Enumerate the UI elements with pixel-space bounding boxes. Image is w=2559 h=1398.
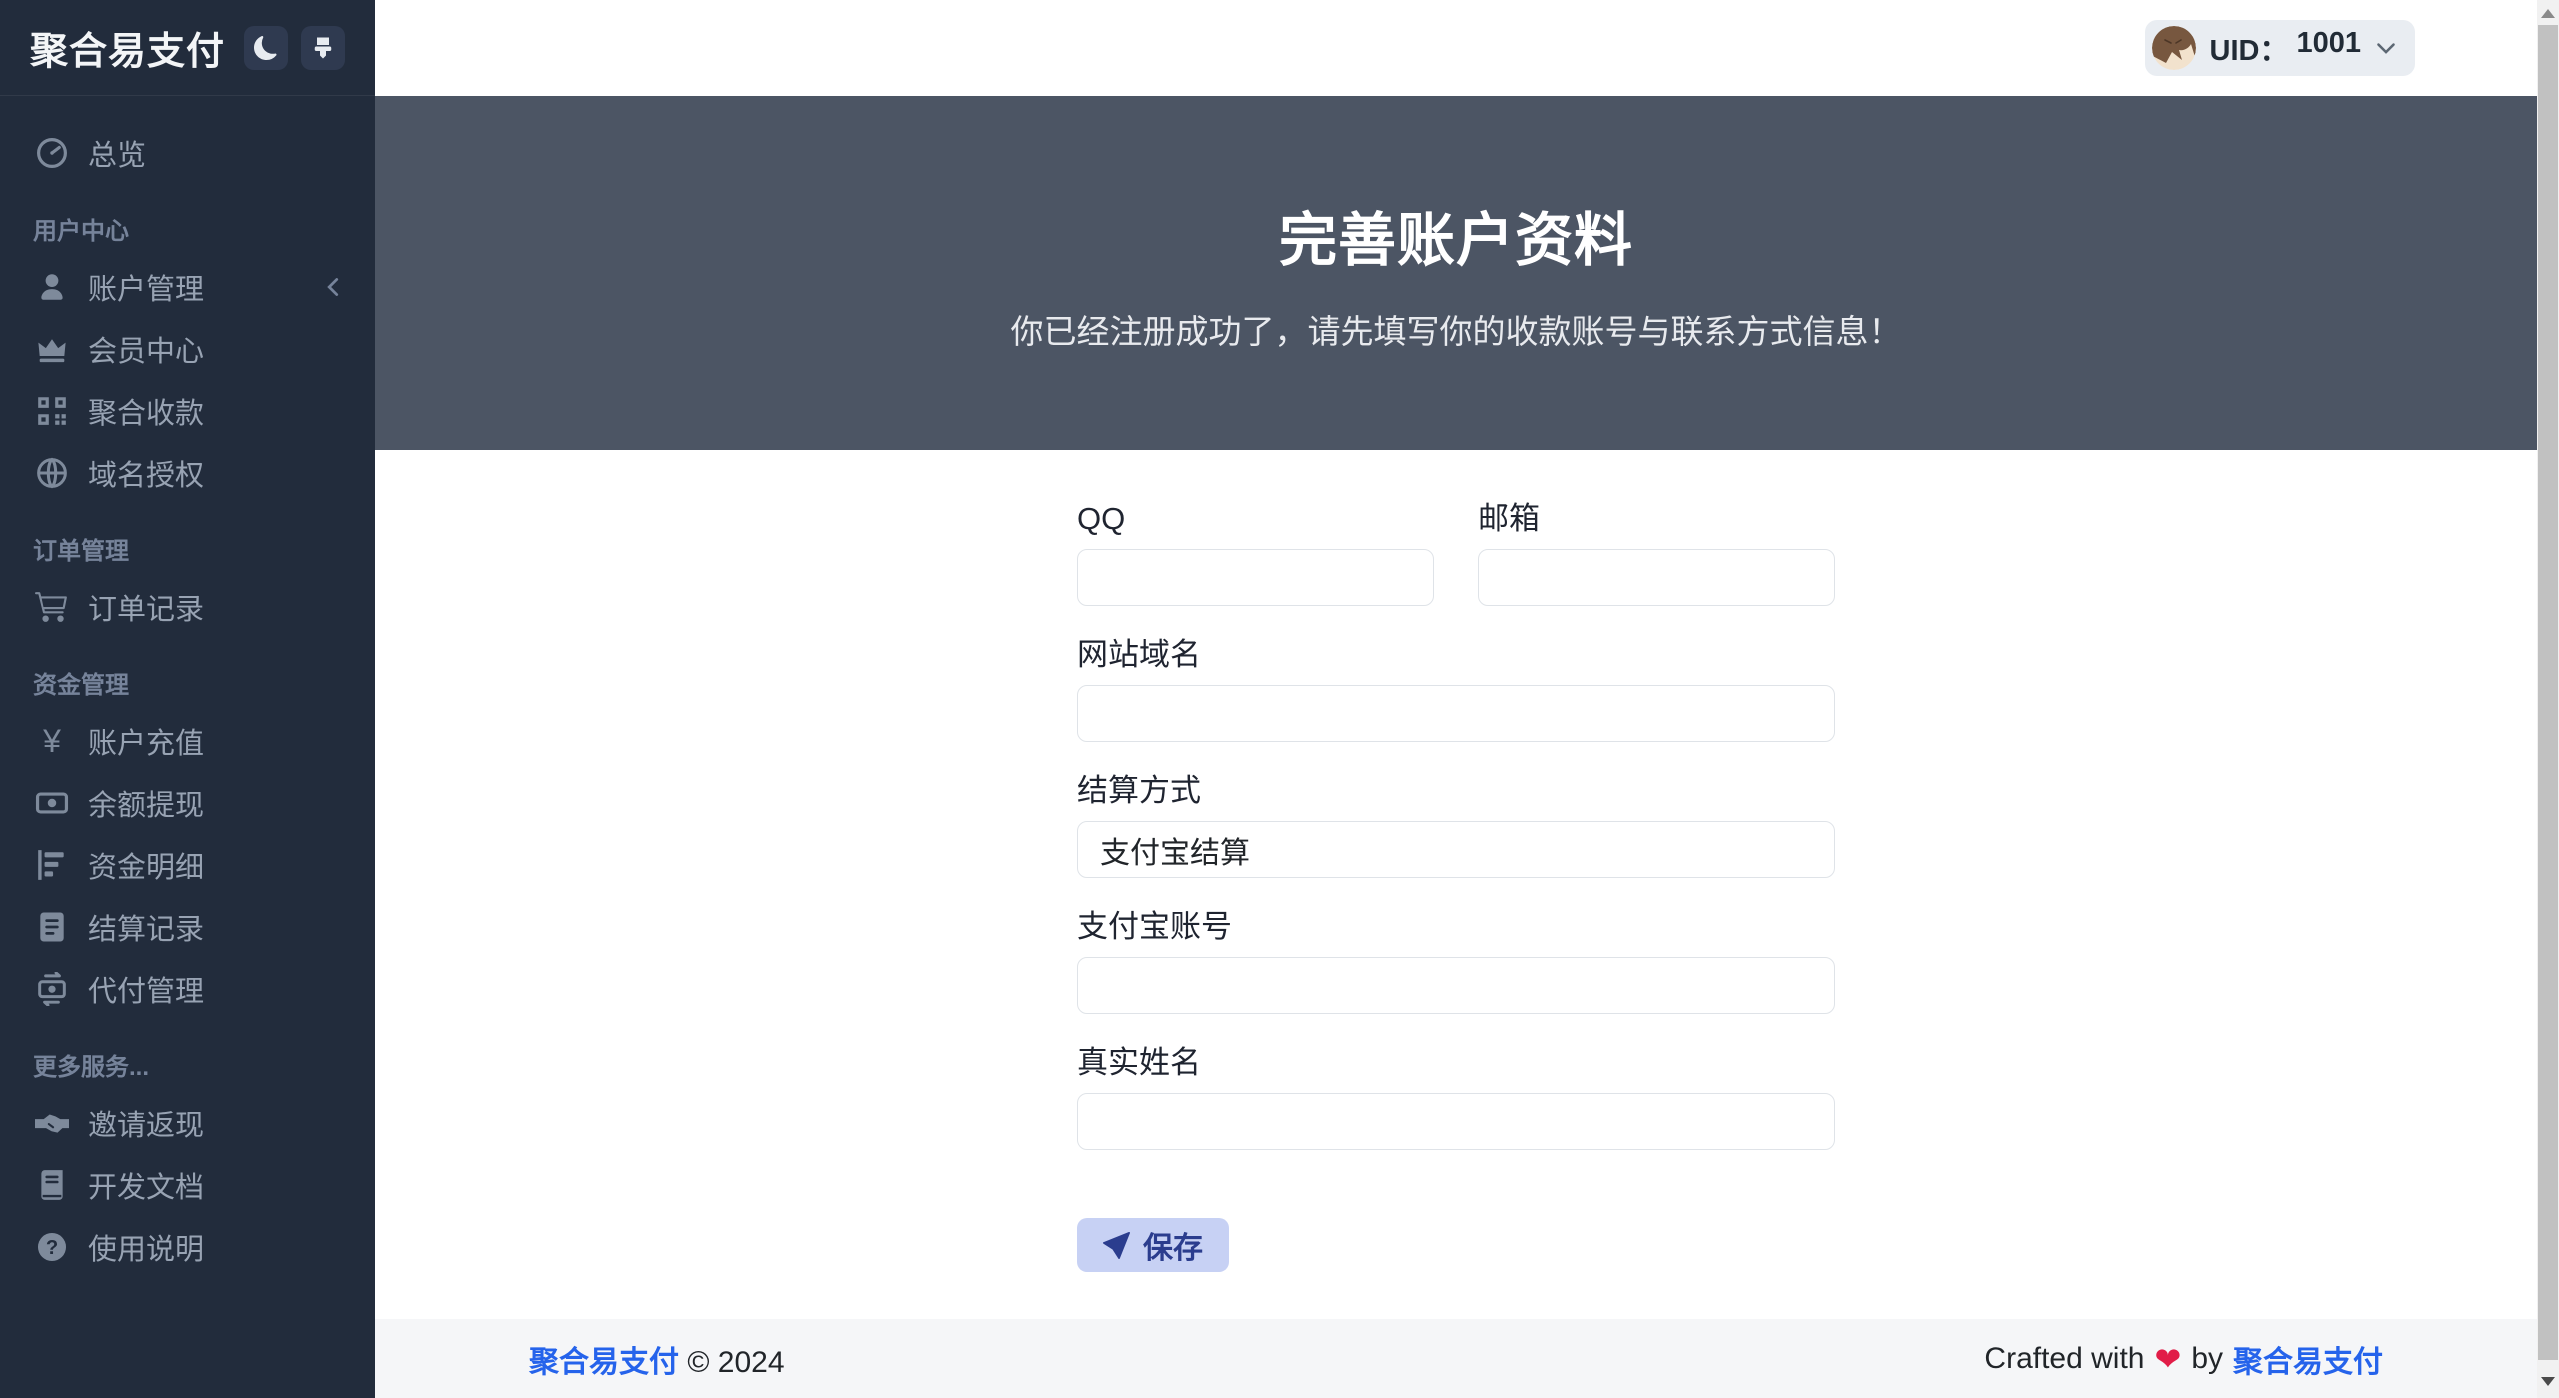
email-label: 邮箱	[1478, 500, 1835, 537]
qr-code-icon	[33, 392, 71, 430]
footer-credit: Crafted with ❤ by 聚合易支付	[1984, 1337, 2383, 1381]
email-input[interactable]	[1478, 549, 1835, 606]
page-title: 完善账户资料	[1279, 193, 1633, 277]
sidebar-item-fund-details[interactable]: 资金明细	[0, 834, 375, 896]
yen-icon: ¥	[33, 722, 71, 760]
person-icon	[33, 268, 71, 306]
alipay-account-input[interactable]	[1077, 957, 1835, 1014]
sidebar-item-balance-withdrawal[interactable]: 余额提现	[0, 772, 375, 834]
scrollbar-down-arrow[interactable]	[2537, 1370, 2559, 1392]
sidebar-item-domain-authorization[interactable]: 域名授权	[0, 442, 375, 504]
scrollbar-up-arrow[interactable]	[2537, 2, 2559, 24]
journal-icon	[33, 908, 71, 946]
footer-copyright: 聚合易支付 © 2024	[529, 1337, 785, 1381]
alipay-account-label: 支付宝账号	[1077, 908, 1835, 945]
triangle-up-icon	[2541, 9, 2555, 18]
cash-icon	[33, 784, 71, 822]
browser-globe-icon	[33, 454, 71, 492]
sidebar-item-member-center[interactable]: 会员中心	[0, 318, 375, 380]
question-circle-icon: ?	[33, 1228, 71, 1266]
footer-brand-link[interactable]: 聚合易支付	[529, 1346, 679, 1379]
heart-icon: ❤	[2155, 1340, 2182, 1378]
app-window: 聚合易支付 总览 用户	[0, 0, 2537, 1398]
sidebar-section-user-center: 用户中心	[0, 214, 375, 250]
scrollbar-thumb[interactable]	[2538, 25, 2558, 1360]
svg-text:?: ?	[46, 1237, 58, 1259]
sidebar-item-account-management[interactable]: 账户管理	[0, 256, 375, 318]
sidebar-item-aggregate-collection[interactable]: 聚合收款	[0, 380, 375, 442]
app-logo: 聚合易支付	[30, 20, 225, 75]
theme-brush-button[interactable]	[301, 26, 345, 70]
page-subtitle: 你已经注册成功了，请先填写你的收款账号与联系方式信息！	[1011, 305, 1902, 353]
sidebar-item-usage-instructions[interactable]: ? 使用说明	[0, 1216, 375, 1278]
footer: 聚合易支付 © 2024 Crafted with ❤ by 聚合易支付	[375, 1319, 2537, 1398]
sidebar-item-order-records[interactable]: 订单记录	[0, 576, 375, 638]
dark-mode-button[interactable]	[244, 26, 288, 70]
cart-icon	[33, 588, 71, 626]
real-name-label: 真实姓名	[1077, 1044, 1835, 1081]
bar-chart-icon	[33, 846, 71, 884]
book-icon	[33, 1166, 71, 1204]
sidebar-item-settlement-records[interactable]: 结算记录	[0, 896, 375, 958]
chevron-left-icon	[323, 276, 345, 298]
send-icon	[1103, 1232, 1130, 1259]
main-column: UID：1001 完善账户资料 你已经注册成功了，请先填写你的收款账号与联系方式…	[375, 0, 2537, 1398]
sidebar-item-account-recharge[interactable]: ¥ 账户充值	[0, 710, 375, 772]
settle-method-select[interactable]	[1077, 821, 1835, 878]
uid-dropdown[interactable]: UID：1001	[2145, 20, 2415, 76]
footer-year: © 2024	[687, 1346, 784, 1379]
moon-icon	[254, 36, 278, 60]
profile-form: QQ 邮箱 网站域名 结算方式 支付宝账号	[1077, 500, 1835, 1272]
scrollbar[interactable]	[2537, 0, 2559, 1398]
domain-input[interactable]	[1077, 685, 1835, 742]
sidebar: 聚合易支付 总览 用户	[0, 0, 375, 1398]
sidebar-header: 聚合易支付	[0, 0, 375, 96]
hero-banner: 完善账户资料 你已经注册成功了，请先填写你的收款账号与联系方式信息！	[375, 96, 2537, 450]
handshake-icon	[33, 1104, 71, 1142]
sidebar-section-fund-management: 资金管理	[0, 668, 375, 704]
topbar: UID：1001	[375, 0, 2537, 96]
real-name-input[interactable]	[1077, 1093, 1835, 1150]
cash-transfer-icon	[33, 970, 71, 1008]
sidebar-section-order-management: 订单管理	[0, 534, 375, 570]
crown-icon	[33, 330, 71, 368]
settle-method-label: 结算方式	[1077, 772, 1835, 809]
brush-icon	[311, 36, 335, 60]
sidebar-item-invite-cashback[interactable]: 邀请返现	[0, 1092, 375, 1154]
speedometer-icon	[33, 134, 71, 172]
triangle-down-icon	[2541, 1377, 2555, 1386]
sidebar-item-payout-management[interactable]: 代付管理	[0, 958, 375, 1020]
footer-credit-brand-link[interactable]: 聚合易支付	[2233, 1337, 2383, 1381]
avatar	[2152, 26, 2196, 70]
sidebar-item-overview[interactable]: 总览	[0, 122, 375, 184]
sidebar-item-dev-docs[interactable]: 开发文档	[0, 1154, 375, 1216]
content-area: QQ 邮箱 网站域名 结算方式 支付宝账号	[375, 450, 2537, 1319]
qq-input[interactable]	[1077, 549, 1434, 606]
chevron-down-icon	[2375, 37, 2397, 59]
qq-label: QQ	[1077, 500, 1434, 537]
sidebar-section-more-services: 更多服务...	[0, 1050, 375, 1086]
uid-text: UID：1001	[2210, 27, 2361, 69]
save-button[interactable]: 保存	[1077, 1218, 1229, 1272]
sidebar-nav: 总览 用户中心 账户管理 会员中心	[0, 96, 375, 1278]
domain-label: 网站域名	[1077, 636, 1835, 673]
